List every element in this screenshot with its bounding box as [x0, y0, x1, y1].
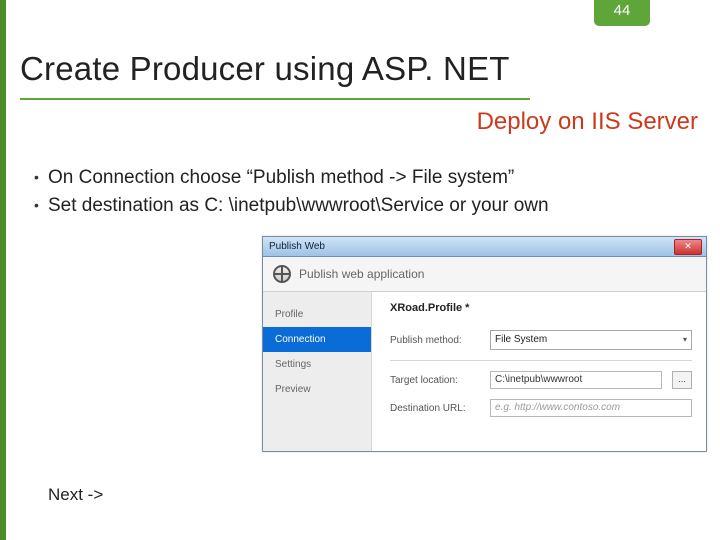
bullet-text: On Connection choose “Publish method -> … — [48, 165, 698, 191]
bullet-list: • On Connection choose “Publish method -… — [34, 165, 698, 220]
dialog-header-text: Publish web application — [299, 267, 424, 281]
target-location-row: Target location: C:\inetpub\wwwroot ... — [390, 371, 692, 389]
slide-subtitle: Deploy on IIS Server — [477, 108, 698, 136]
publish-web-dialog: Publish Web ✕ Publish web application Pr… — [262, 236, 707, 452]
sidebar-item-profile[interactable]: Profile — [263, 302, 371, 327]
dialog-main: XRoad.Profile * Publish method: File Sys… — [372, 292, 706, 452]
globe-icon — [273, 265, 291, 283]
close-button[interactable]: ✕ — [674, 239, 702, 255]
accent-stripe — [0, 0, 6, 540]
bullet-item: • On Connection choose “Publish method -… — [34, 165, 698, 191]
chevron-down-icon: ▾ — [683, 332, 687, 348]
destination-url-input[interactable]: e.g. http://www.contoso.com — [490, 399, 692, 417]
slide-title: Create Producer using ASP. NET — [20, 50, 510, 88]
profile-name: XRoad.Profile * — [390, 302, 692, 314]
page-number: 44 — [594, 0, 650, 26]
publish-method-select[interactable]: File System ▾ — [490, 330, 692, 350]
target-location-label: Target location: — [390, 375, 480, 386]
dialog-title: Publish Web — [267, 241, 674, 252]
target-location-input[interactable]: C:\inetpub\wwwroot — [490, 371, 662, 389]
browse-button[interactable]: ... — [672, 371, 692, 389]
title-underline — [20, 98, 530, 100]
dialog-sidebar: Profile Connection Settings Preview — [263, 292, 372, 452]
destination-url-label: Destination URL: — [390, 403, 480, 414]
sidebar-item-connection[interactable]: Connection — [263, 327, 371, 352]
bullet-item: • Set destination as C: \inetpub\wwwroot… — [34, 193, 698, 219]
sidebar-item-preview[interactable]: Preview — [263, 377, 371, 402]
publish-method-row: Publish method: File System ▾ — [390, 330, 692, 350]
publish-method-label: Publish method: — [390, 335, 480, 346]
bullet-dot-icon: • — [34, 193, 48, 215]
sidebar-item-settings[interactable]: Settings — [263, 352, 371, 377]
separator — [390, 360, 692, 361]
publish-method-value: File System — [495, 332, 547, 348]
destination-url-row: Destination URL: e.g. http://www.contoso… — [390, 399, 692, 417]
bullet-dot-icon: • — [34, 165, 48, 187]
dialog-titlebar[interactable]: Publish Web ✕ — [263, 237, 706, 257]
bullet-text: Set destination as C: \inetpub\wwwroot\S… — [48, 193, 698, 219]
dialog-header: Publish web application — [263, 257, 706, 292]
next-label: Next -> — [48, 485, 103, 505]
